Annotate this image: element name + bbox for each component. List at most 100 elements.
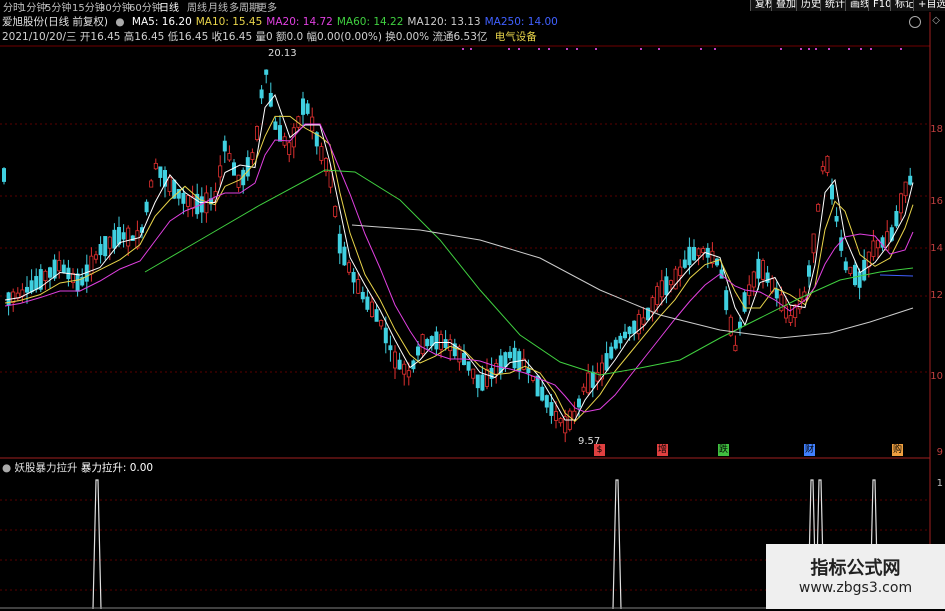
- candle-body-128: [590, 371, 595, 388]
- candle-body-24: [112, 229, 117, 249]
- candle-body-166: [765, 272, 770, 283]
- indicator-name[interactable]: 妖股暴力拉升: [15, 462, 78, 474]
- event-signal-1[interactable]: 增: [657, 444, 668, 456]
- candle-body-82: [379, 320, 384, 327]
- candle-body-5: [24, 286, 29, 293]
- event-signal-0[interactable]: $: [594, 444, 605, 456]
- candle-body-77: [356, 279, 361, 294]
- candle-body-107: [494, 363, 499, 375]
- signal-dot-7: [576, 48, 578, 50]
- candle-body-109: [503, 352, 508, 368]
- candle-body-197: [908, 175, 913, 185]
- event-signal-4[interactable]: 购: [892, 444, 903, 456]
- candle-body-152: [701, 248, 706, 254]
- indicator-icon[interactable]: ●: [2, 462, 11, 474]
- candle-body-119: [549, 402, 554, 416]
- candle-body-26: [121, 232, 126, 240]
- candle-body-9: [43, 270, 48, 281]
- candle-body-20: [94, 254, 99, 260]
- candle-body-62: [287, 142, 292, 156]
- candle-body-165: [761, 260, 766, 280]
- indicator-axis-label-0: 1: [936, 478, 943, 489]
- candle-body-78: [360, 291, 365, 300]
- candle-body-66: [305, 103, 310, 114]
- signal-dot-19: [860, 48, 862, 50]
- candle-body-23: [107, 236, 112, 249]
- candle-body-175: [807, 265, 812, 277]
- candle-body-147: [678, 266, 683, 276]
- candle-body-90: [415, 346, 420, 356]
- candle-body-144: [664, 276, 669, 296]
- watermark-badge: 指标公式网 www.zbgs3.com: [766, 544, 945, 609]
- candle-body-127: [586, 372, 591, 394]
- signal-dot-21: [900, 48, 902, 50]
- candle-body-101: [466, 361, 471, 371]
- kline-chart[interactable]: [0, 0, 945, 609]
- candle-body-49: [227, 153, 232, 161]
- candle-body-102: [471, 368, 476, 379]
- candle-body-71: [328, 170, 333, 188]
- candle-body-40: [185, 195, 190, 207]
- candle-body-85: [392, 351, 397, 369]
- candle-body-86: [397, 359, 402, 370]
- candle-body-141: [650, 297, 655, 313]
- y-axis-label-3: 12: [930, 290, 943, 301]
- candle-body-22: [103, 236, 108, 257]
- ma5-line: [4, 93, 914, 421]
- signal-dot-18: [848, 48, 850, 50]
- candle-body-76: [351, 271, 356, 283]
- y-axis-label-0: 18: [930, 124, 943, 135]
- candle-body-185: [853, 264, 858, 286]
- ma60-line: [144, 169, 914, 376]
- candle-body-34: [158, 166, 163, 178]
- event-signal-3[interactable]: 财: [804, 444, 815, 456]
- candle-body-83: [383, 327, 388, 344]
- candle-body-69: [319, 146, 324, 161]
- candle-body-91: [420, 334, 425, 355]
- signal-dot-2: [508, 48, 510, 50]
- candle-body-135: [623, 331, 628, 339]
- signal-dot-9: [640, 48, 642, 50]
- event-signal-2[interactable]: 跌: [718, 444, 729, 456]
- candle-body-33: [153, 162, 158, 170]
- candle-body-54: [250, 152, 255, 160]
- candle-body-131: [604, 353, 609, 371]
- candle-body-10: [48, 267, 53, 278]
- watermark-title: 指标公式网: [810, 558, 901, 579]
- candle-body-148: [682, 259, 687, 268]
- watermark-url: www.zbgs3.com: [798, 580, 913, 596]
- signal-dot-16: [815, 48, 817, 50]
- y-axis-label-2: 14: [930, 243, 943, 254]
- candle-body-6: [29, 280, 34, 293]
- candle-body-36: [167, 176, 172, 192]
- candle-body-145: [669, 280, 674, 286]
- candle-body-75: [346, 262, 351, 273]
- candle-body-126: [581, 386, 586, 392]
- candle-body-21: [98, 244, 103, 256]
- signal-dot-12: [714, 48, 716, 50]
- ma250-line: [879, 274, 914, 277]
- candle-body-57: [264, 69, 269, 75]
- candle-body-189: [871, 240, 876, 257]
- candle-body-157: [724, 290, 729, 311]
- candle-body-184: [848, 266, 853, 274]
- candle-body-186: [857, 271, 862, 288]
- candle-body-73: [337, 233, 342, 254]
- candle-body-137: [632, 320, 637, 334]
- signal-dot-5: [548, 48, 550, 50]
- candle-body-31: [144, 201, 149, 213]
- candle-body-84: [388, 345, 393, 351]
- signal-dot-15: [808, 48, 810, 50]
- candle-body-161: [742, 292, 747, 312]
- candle-body-139: [641, 317, 646, 325]
- candle-body-7: [34, 276, 39, 290]
- signal-dot-1: [470, 48, 472, 50]
- candle-body-47: [218, 165, 223, 178]
- signal-dot-14: [800, 48, 802, 50]
- signal-dot-13: [780, 48, 782, 50]
- candle-body-72: [333, 205, 338, 217]
- candle-body-39: [181, 192, 186, 204]
- candle-body-97: [448, 339, 453, 352]
- candle-body-0: [2, 168, 7, 182]
- candle-body-132: [609, 346, 614, 359]
